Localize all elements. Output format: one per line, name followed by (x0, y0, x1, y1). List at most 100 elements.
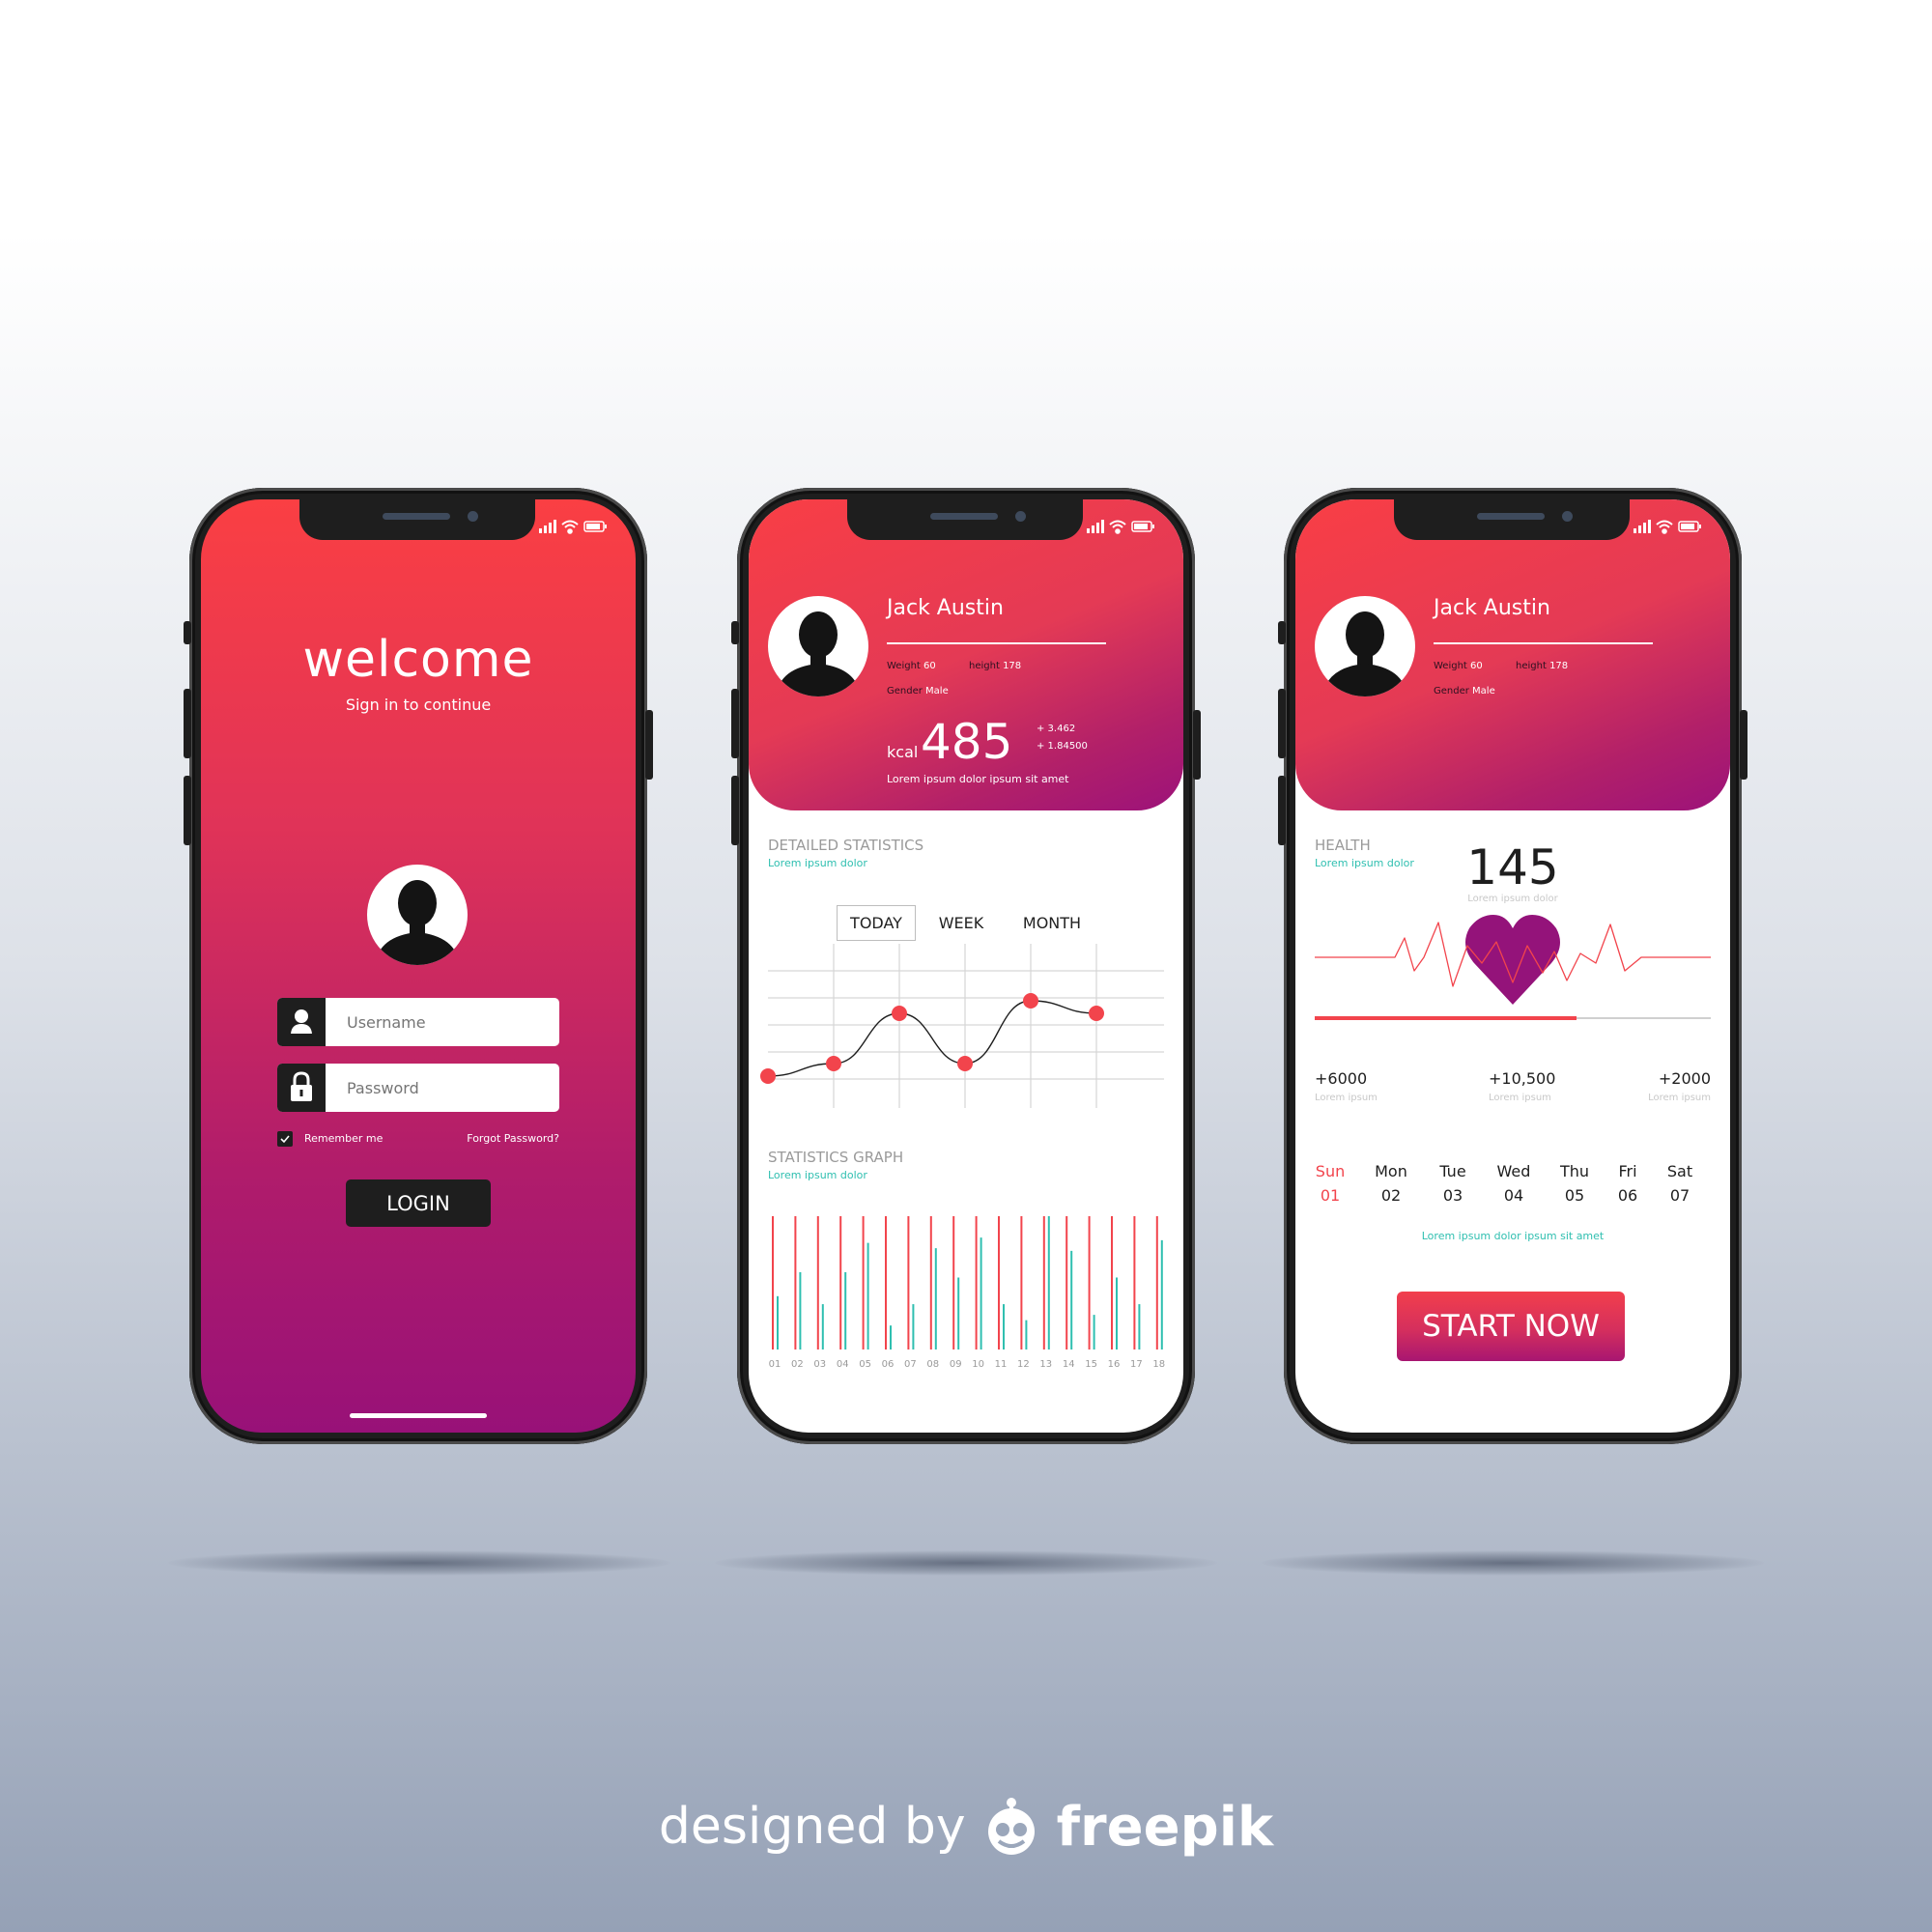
profile-name: Jack Austin (1434, 596, 1550, 620)
side-button (1278, 776, 1286, 845)
weight-label: Weight (1434, 661, 1467, 671)
profile-name: Jack Austin (887, 596, 1004, 620)
day-name: Mon (1375, 1162, 1407, 1180)
phone-shadow (715, 1550, 1217, 1576)
avatar (768, 596, 868, 696)
tab-week[interactable]: WEEK (925, 905, 997, 941)
user-icon (776, 611, 861, 696)
health-screen: Jack Austin Weight 60 height 178 Gender … (1295, 499, 1730, 1433)
day-number: 03 (1442, 1186, 1463, 1205)
tab-month-label: MONTH (1022, 914, 1082, 932)
statistics-graph-subtitle: Lorem ipsum dolor (768, 1169, 867, 1181)
x-tick-label: 03 (813, 1359, 826, 1370)
side-button (731, 621, 739, 644)
data-point (957, 1056, 973, 1071)
day-name: Sun (1315, 1162, 1346, 1180)
data-point (1089, 1006, 1104, 1021)
welcome-title: welcome (302, 631, 534, 689)
side-button (645, 710, 653, 780)
x-tick-label: 13 (1039, 1359, 1052, 1370)
weight-info: Weight 60 (887, 661, 936, 671)
x-tick-label: 09 (950, 1359, 962, 1370)
gender-value: Male (925, 686, 949, 696)
day-number: 02 (1380, 1186, 1402, 1205)
battery-icon (583, 521, 607, 532)
phone-login: welcome Sign in to continue Remember me (184, 488, 653, 1444)
status-bar (1087, 520, 1154, 534)
day-item[interactable]: Fri 06 (1601, 1162, 1655, 1205)
side-button (1278, 621, 1286, 644)
data-point (826, 1056, 841, 1071)
detailed-stats-title: DETAILED STATISTICS (768, 837, 924, 854)
x-tick-label: 14 (1063, 1359, 1075, 1370)
status-bar (1634, 520, 1701, 534)
tab-today[interactable]: TODAY (837, 905, 916, 941)
x-tick-label: 17 (1130, 1359, 1143, 1370)
day-number: 01 (1320, 1186, 1341, 1205)
x-tick-label: 05 (859, 1359, 871, 1370)
x-tick-label: 12 (1017, 1359, 1030, 1370)
freepik-logo-icon (987, 1798, 1035, 1855)
phone-health: Jack Austin Weight 60 height 178 Gender … (1278, 488, 1747, 1444)
height-info: height 178 (969, 661, 1021, 671)
gender-label: Gender (1434, 686, 1469, 696)
login-button[interactable]: LOGIN (346, 1179, 491, 1227)
x-tick-label: 15 (1085, 1359, 1097, 1370)
freepik-brand-text: freepik (1056, 1795, 1274, 1859)
password-field[interactable] (277, 1064, 559, 1112)
weight-info: Weight 60 (1434, 661, 1483, 671)
side-button (1740, 710, 1747, 780)
metric-value: +2000 (1658, 1069, 1711, 1088)
day-name: Tue (1439, 1162, 1466, 1180)
remember-checkbox[interactable] (277, 1131, 293, 1147)
day-item[interactable]: Sat 07 (1653, 1162, 1707, 1205)
avatar (367, 865, 468, 965)
height-value: 178 (1549, 661, 1569, 671)
day-item[interactable]: Thu 05 (1548, 1162, 1602, 1205)
tab-month[interactable]: MONTH (1006, 905, 1098, 941)
day-item[interactable]: Wed 04 (1487, 1162, 1541, 1205)
x-tick-label: 01 (769, 1359, 781, 1370)
day-name: Sat (1666, 1162, 1693, 1180)
data-point (760, 1068, 776, 1084)
home-indicator (350, 1413, 487, 1418)
day-item[interactable]: Mon 02 (1364, 1162, 1418, 1205)
height-label: height (969, 661, 1000, 671)
day-selector: Sun 01 Mon 02 Tue 03 Wed 04 Thu 05 Fri 06 Sat 07 (1295, 1162, 1730, 1210)
weight-label: Weight (887, 661, 921, 671)
day-number: 06 (1617, 1186, 1638, 1205)
forgot-password-link[interactable]: Forgot Password? (467, 1132, 559, 1145)
kcal-delta-1: + 3.462 (1037, 724, 1076, 734)
x-tick-label: 10 (972, 1359, 984, 1370)
x-tick-label: 16 (1108, 1359, 1121, 1370)
stats-screen: Jack Austin Weight 60 height 178 Gender … (749, 499, 1183, 1433)
kcal-label: kcal (887, 743, 919, 761)
side-button (731, 689, 739, 758)
username-input[interactable] (326, 998, 559, 1046)
gender-info: Gender Male (1434, 686, 1495, 696)
welcome-subtitle: Sign in to continue (345, 696, 492, 714)
height-info: height 178 (1516, 661, 1568, 671)
x-tick-label: 06 (882, 1359, 895, 1370)
notch (1394, 499, 1630, 540)
data-point (892, 1006, 907, 1021)
password-input[interactable] (326, 1064, 559, 1112)
start-now-button[interactable]: START NOW (1397, 1292, 1625, 1361)
statistics-graph-title: STATISTICS GRAPH (768, 1149, 904, 1166)
tab-today-label: TODAY (850, 914, 902, 932)
battery-icon (1678, 521, 1701, 532)
username-field[interactable] (277, 998, 559, 1046)
avatar (1315, 596, 1415, 696)
notch (847, 499, 1083, 540)
phone-shadow (168, 1550, 670, 1576)
side-button (184, 621, 191, 644)
notch (299, 499, 535, 540)
day-item[interactable]: Tue 03 (1426, 1162, 1480, 1205)
watermark: designed by freepik (0, 1783, 1932, 1870)
gender-label: Gender (887, 686, 923, 696)
signal-icon (539, 520, 556, 533)
data-point (1023, 993, 1038, 1009)
metric-caption: Lorem ipsum (1315, 1093, 1378, 1103)
day-item[interactable]: Sun 01 (1303, 1162, 1357, 1205)
x-tick-label: 07 (904, 1359, 917, 1370)
